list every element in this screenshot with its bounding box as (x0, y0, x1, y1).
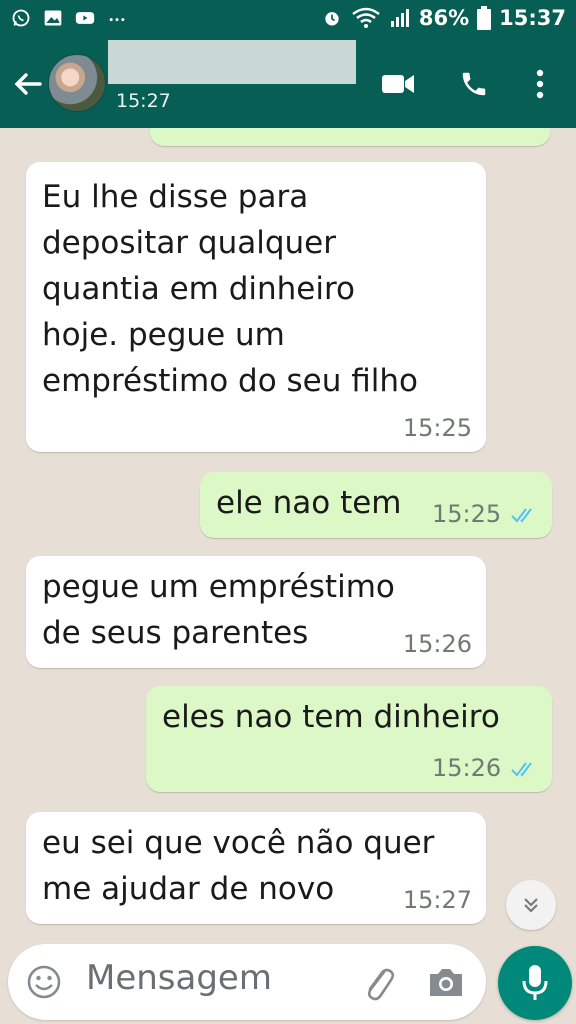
emoji-icon[interactable] (26, 964, 62, 1000)
attach-icon[interactable] (360, 962, 396, 1002)
overflow-menu-button[interactable] (520, 64, 560, 104)
message-line: quantia em dinheiro (42, 271, 356, 307)
signal-icon (390, 9, 409, 27)
wifi-icon (352, 7, 380, 28)
message-outgoing[interactable]: eles nao tem dinheiro 15:26 (146, 686, 552, 792)
message-input[interactable]: Mensagem (86, 958, 272, 998)
message-time: 15:27 (402, 886, 472, 914)
read-receipt-icon (511, 508, 532, 523)
message-incoming[interactable]: Eu lhe disse para depositar qualquer qua… (26, 162, 486, 452)
alarm-icon (325, 12, 339, 26)
overflow-menu-icon (536, 69, 544, 99)
video-call-icon (382, 75, 414, 93)
video-call-button[interactable] (378, 64, 418, 104)
message-line: pegue um empréstimo (42, 569, 395, 605)
back-arrow-icon[interactable] (12, 68, 44, 100)
double-chevron-down-icon (524, 898, 538, 913)
chat-area[interactable]: Eu lhe disse para depositar qualquer qua… (0, 128, 576, 936)
message-time: 15:25 (432, 500, 502, 528)
mic-button[interactable] (498, 946, 572, 1020)
message-line: eu sei que você não quer (42, 825, 435, 861)
message-input-bar[interactable]: Mensagem (8, 944, 486, 1020)
phone-call-icon (462, 72, 486, 96)
message-time: 15:26 (432, 754, 502, 782)
chat-header: 15:27 (0, 40, 576, 128)
message-line: Eu lhe disse para (42, 179, 309, 215)
clock: 15:37 (499, 6, 566, 30)
status-right: 86% 15:37 (321, 6, 566, 30)
message-time: 15:26 (402, 630, 472, 658)
last-seen: 15:27 (116, 90, 171, 112)
message-line: de seus parentes (42, 615, 309, 651)
phone-call-button[interactable] (454, 64, 494, 104)
status-bar: 86% 15:37 (0, 0, 576, 40)
whatsapp-icon (12, 9, 30, 27)
message-line: ele nao tem (216, 485, 402, 521)
camera-icon[interactable] (426, 964, 466, 1000)
message-incoming[interactable]: eu sei que você não quer me ajudar de no… (26, 812, 486, 924)
read-receipt-icon (511, 762, 532, 777)
message-incoming[interactable]: pegue um empréstimo de seus parentes 15:… (26, 556, 486, 668)
status-left-icons (10, 8, 128, 28)
mic-icon (522, 965, 548, 1000)
more-icon (109, 18, 125, 22)
message-outgoing[interactable]: ele nao tem 15:25 (200, 472, 552, 538)
battery-icon (477, 6, 492, 30)
message-line: hoje. pegue um (42, 317, 285, 353)
message-line: depositar qualquer (42, 225, 336, 261)
youtube-icon (75, 12, 95, 24)
scroll-to-bottom-button[interactable] (506, 880, 556, 930)
message-line: empréstimo do seu filho (42, 363, 418, 399)
message-line: eles nao tem dinheiro (162, 699, 500, 735)
image-icon (44, 10, 62, 26)
contact-name-redacted[interactable] (108, 40, 356, 84)
message-line: me ajudar de novo (42, 871, 335, 907)
message-time: 15:25 (402, 414, 472, 442)
partial-message (150, 128, 550, 146)
avatar[interactable] (48, 54, 106, 112)
battery-percent: 86% (418, 6, 470, 30)
